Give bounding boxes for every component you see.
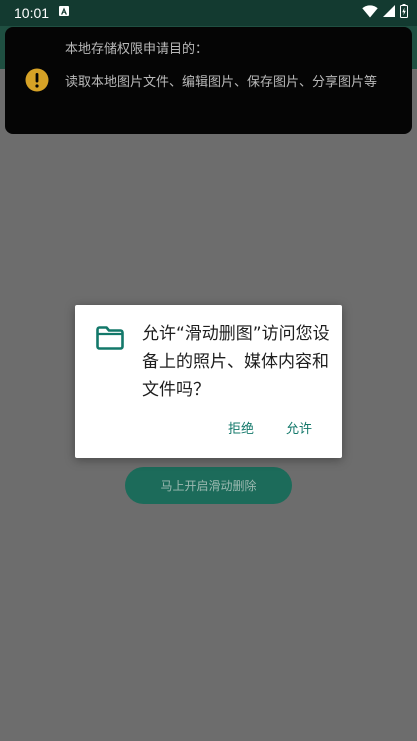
warning-icon [25, 68, 49, 92]
deny-button[interactable]: 拒绝 [212, 417, 270, 443]
signal-icon [383, 5, 395, 17]
permission-purpose-banner: 本地存储权限申请目的： 读取本地图片文件、编辑图片、保存图片、分享图片等 [5, 27, 412, 134]
wifi-icon [362, 4, 378, 18]
battery-icon [400, 4, 408, 18]
status-bar: 10:01 [0, 0, 417, 26]
dialog-actions: 拒绝 允许 [212, 417, 342, 443]
notification-icon [59, 6, 69, 16]
start-swipe-delete-button[interactable]: 马上开启滑动删除 [125, 467, 292, 504]
folder-icon [96, 326, 124, 350]
allow-button[interactable]: 允许 [270, 417, 342, 443]
permission-dialog: 允许“滑动删图”访问您设备上的照片、媒体内容和文件吗？ 拒绝 允许 [75, 305, 342, 458]
status-icons [362, 4, 408, 18]
dialog-message: 允许“滑动删图”访问您设备上的照片、媒体内容和文件吗？ [142, 324, 330, 400]
banner-body: 读取本地图片文件、编辑图片、保存图片、分享图片等 [65, 75, 378, 90]
banner-title: 本地存储权限申请目的： [65, 42, 209, 57]
status-time: 10:01 [14, 5, 50, 21]
